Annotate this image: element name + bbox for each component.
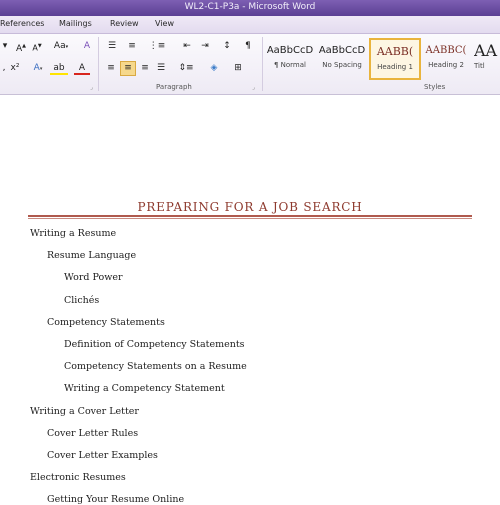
- ribbon-tabs: References Mailings Review View: [0, 16, 500, 34]
- clear-formatting-button[interactable]: A: [80, 40, 94, 53]
- outline-item-level-2: Resume Language: [47, 250, 137, 262]
- outline-item-level-3: Competency Statements on a Resume: [64, 361, 247, 373]
- outline-item-level-3: Writing a Competency Statement: [64, 383, 225, 395]
- outline-item-level-3: Word Power: [64, 272, 123, 284]
- align-center-icon[interactable]: ≡: [120, 61, 136, 76]
- heading-border-thick: [28, 215, 472, 217]
- paragraph-dialog-launcher-icon[interactable]: ⌟: [252, 84, 255, 91]
- font-color-button[interactable]: A: [74, 62, 90, 75]
- numbering-icon[interactable]: ≡: [124, 40, 140, 53]
- style-sample: AaBbCcD: [318, 45, 366, 56]
- bullets-icon[interactable]: ☰: [104, 40, 120, 53]
- style-normal[interactable]: AaBbCcD ¶ Normal: [266, 40, 314, 78]
- font-size-dropdown-icon[interactable]: ▾: [0, 40, 10, 53]
- justify-icon[interactable]: ☰: [154, 62, 168, 75]
- superscript-button[interactable]: x²: [8, 62, 22, 75]
- title-bar: WL2-C1-P3a - Microsoft Word: [0, 0, 500, 16]
- align-right-icon[interactable]: ≡: [138, 62, 152, 75]
- style-sample: AaBbCcD: [266, 45, 314, 56]
- style-sample: AABB(: [376, 45, 414, 58]
- style-name: Heading 1: [377, 63, 413, 71]
- borders-icon[interactable]: ⊞: [230, 62, 246, 75]
- style-name: Heading 2: [428, 61, 464, 69]
- outline-item-level-2: Competency Statements: [47, 316, 165, 328]
- style-sample: AABBC(: [425, 45, 467, 56]
- outline-item-level-3: Clichés: [64, 294, 100, 306]
- highlight-button[interactable]: ab: [50, 62, 68, 75]
- tab-mailings[interactable]: Mailings: [59, 19, 92, 28]
- outline-item-level-1: Writing a Cover Letter: [30, 405, 139, 417]
- document-heading: PREPARING FOR A JOB SEARCH: [137, 200, 363, 214]
- decrease-indent-icon[interactable]: ⇤: [180, 40, 194, 53]
- change-case-button[interactable]: Aa▾: [52, 40, 70, 53]
- grow-font-button[interactable]: A▲: [14, 40, 28, 54]
- shading-icon[interactable]: ◈: [206, 62, 222, 75]
- styles-group-label: Styles: [424, 83, 446, 91]
- shrink-font-button[interactable]: A▼: [30, 40, 44, 53]
- group-separator: [262, 37, 263, 91]
- style-name: ¶ Normal: [273, 61, 306, 69]
- show-marks-icon[interactable]: ¶: [242, 40, 254, 53]
- style-heading-2[interactable]: AABBC( Heading 2: [422, 40, 470, 78]
- group-separator: [98, 37, 99, 91]
- heading-border-thin: [28, 218, 472, 219]
- tab-references[interactable]: References: [0, 19, 44, 28]
- outline-item-level-2: Cover Letter Examples: [47, 450, 158, 461]
- style-heading-1[interactable]: AABB( Heading 1: [369, 38, 421, 80]
- outline-item-level-3: Definition of Competency Statements: [64, 339, 245, 350]
- paragraph-group-label: Paragraph: [156, 83, 192, 91]
- subscript-tail-icon[interactable]: ,: [0, 62, 8, 75]
- align-left-icon[interactable]: ≡: [104, 62, 118, 75]
- style-sample: AA: [474, 41, 498, 60]
- window-title: WL2-C1-P3a - Microsoft Word: [184, 2, 316, 12]
- tab-review[interactable]: Review: [110, 19, 139, 28]
- multilevel-list-icon[interactable]: ⋮≡: [148, 40, 166, 53]
- style-no-spacing[interactable]: AaBbCcD No Spacing: [318, 40, 366, 78]
- increase-indent-icon[interactable]: ⇥: [198, 40, 212, 53]
- style-name: Titl: [474, 62, 485, 70]
- outline-item-level-1: Electronic Resumes: [30, 472, 126, 484]
- style-name: No Spacing: [322, 61, 362, 69]
- sort-icon[interactable]: ↕: [220, 40, 234, 53]
- ribbon: ▾ A▲ A▼ Aa▾ A , x² A▾ ab A ⌟ ☰ ≡ ⋮≡ ⇤ ⇥ …: [0, 34, 500, 95]
- style-title[interactable]: AA Titl: [474, 40, 500, 78]
- tab-view[interactable]: View: [155, 19, 174, 28]
- line-spacing-icon[interactable]: ⇕≡: [178, 62, 194, 75]
- outline-item-level-1: Writing a Resume: [30, 228, 117, 239]
- font-dialog-launcher-icon[interactable]: ⌟: [90, 84, 93, 91]
- outline-item-level-2: Cover Letter Rules: [47, 427, 139, 439]
- text-effects-button[interactable]: A▾: [30, 62, 46, 75]
